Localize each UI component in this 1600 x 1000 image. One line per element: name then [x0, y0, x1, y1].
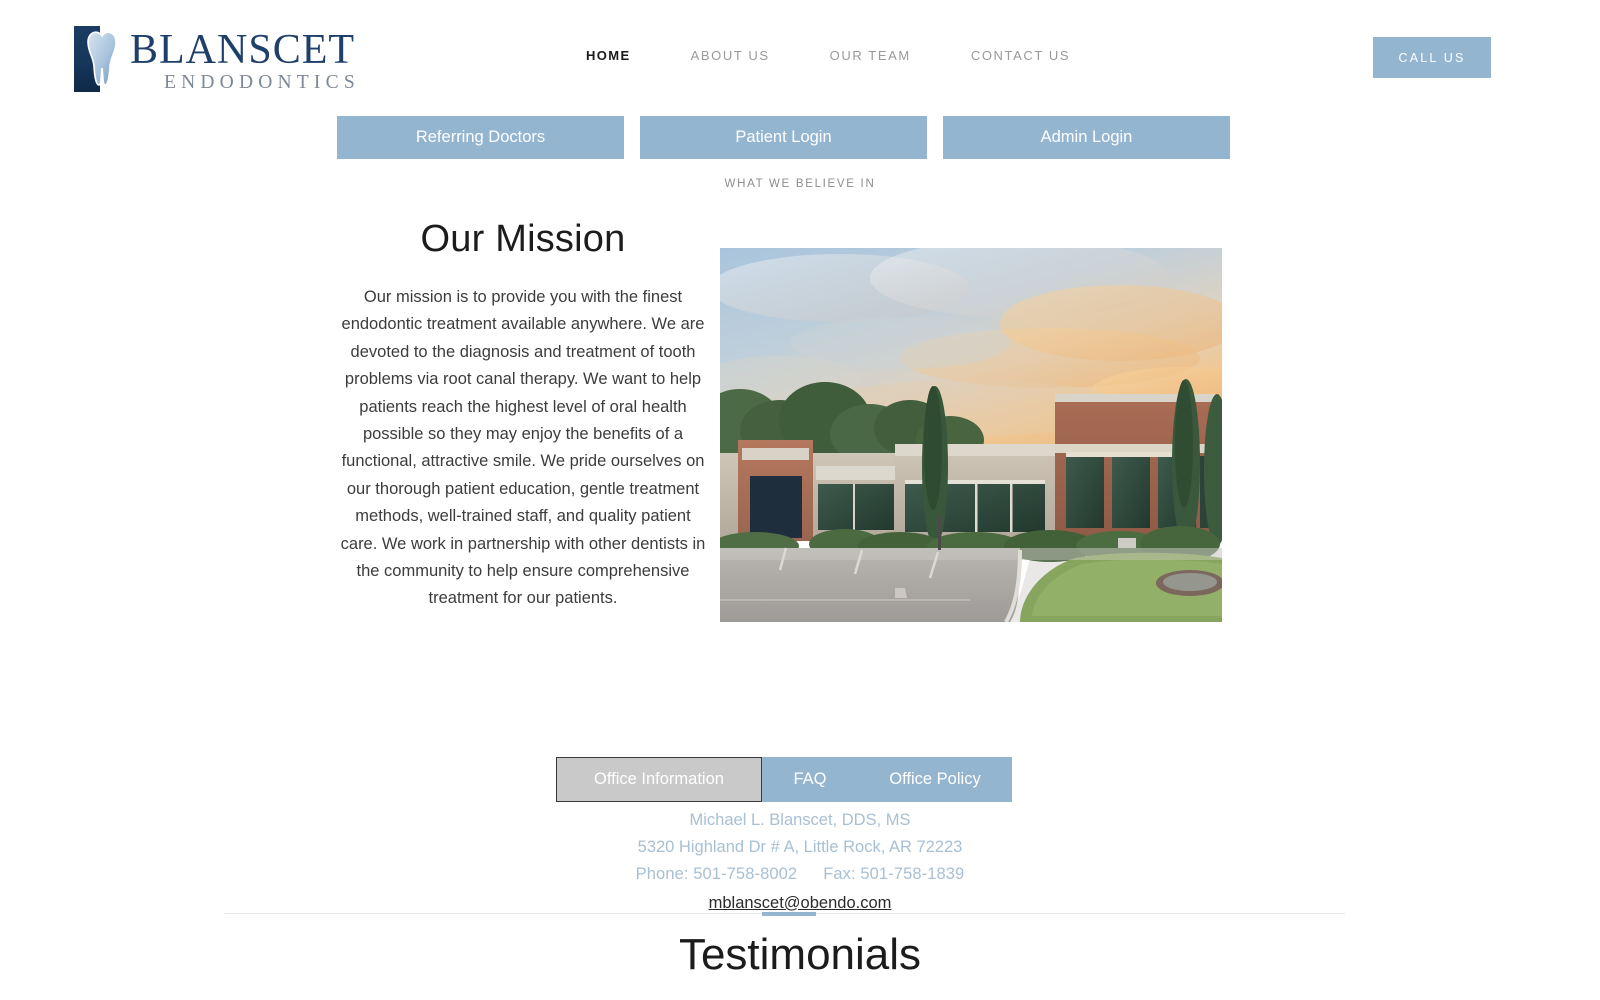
patient-login-button[interactable]: Patient Login: [640, 116, 927, 159]
office-tabs: Office Information FAQ Office Policy: [556, 757, 1012, 802]
nav-item-our-team[interactable]: OUR TEAM: [800, 48, 941, 63]
site-logo[interactable]: BLANSCET ENDODONTICS: [74, 26, 360, 94]
logo-main-text: BLANSCET: [130, 27, 356, 73]
logo-wordmark: BLANSCET ENDODONTICS: [130, 26, 360, 94]
mission-body-text: Our mission is to provide you with the f…: [340, 288, 706, 608]
logo-sub-text: ENDODONTICS: [164, 72, 360, 93]
nav-item-contact-us[interactable]: CONTACT US: [941, 48, 1100, 63]
referring-doctors-button[interactable]: Referring Doctors: [337, 116, 624, 159]
tab-faq[interactable]: FAQ: [762, 757, 858, 802]
office-photo-graphic: [720, 248, 1222, 622]
tooth-glyph: [87, 31, 117, 86]
mission-title: Our Mission: [420, 218, 626, 260]
office-information-panel: Michael L. Blanscet, DDS, MS 5320 Highla…: [0, 807, 1600, 917]
admin-login-button[interactable]: Admin Login: [943, 116, 1230, 159]
mission-column: Our Mission Our mission is to provide yo…: [340, 214, 706, 613]
section-eyebrow: WHAT WE BELIEVE IN: [724, 178, 876, 190]
site-header: BLANSCET ENDODONTICS HOME ABOUT US OUR T…: [0, 0, 1600, 110]
quick-links-bar: Referring Doctors Patient Login Admin Lo…: [337, 116, 1230, 159]
nav-item-home[interactable]: HOME: [586, 48, 661, 63]
office-doctor-name: Michael L. Blanscet, DDS, MS: [689, 811, 911, 829]
nav-item-about-us[interactable]: ABOUT US: [661, 48, 800, 63]
call-us-button[interactable]: CALL US: [1373, 37, 1491, 78]
tooth-icon: [74, 26, 126, 92]
tab-office-information[interactable]: Office Information: [556, 757, 762, 802]
office-address: 5320 Highland Dr # A, Little Rock, AR 72…: [637, 838, 963, 857]
office-building-photo: [720, 248, 1222, 622]
section-divider-accent: [762, 912, 816, 916]
tab-office-policy[interactable]: Office Policy: [858, 757, 1012, 802]
testimonials-title: Testimonials: [678, 930, 922, 979]
office-phone: Phone: 501-758-8002: [635, 865, 798, 884]
main-nav: HOME ABOUT US OUR TEAM CONTACT US: [586, 48, 1100, 63]
office-fax: Fax: 501-758-1839: [823, 865, 965, 884]
office-phone-fax: Phone: 501-758-8002 Fax: 501-758-1839: [0, 861, 1600, 888]
